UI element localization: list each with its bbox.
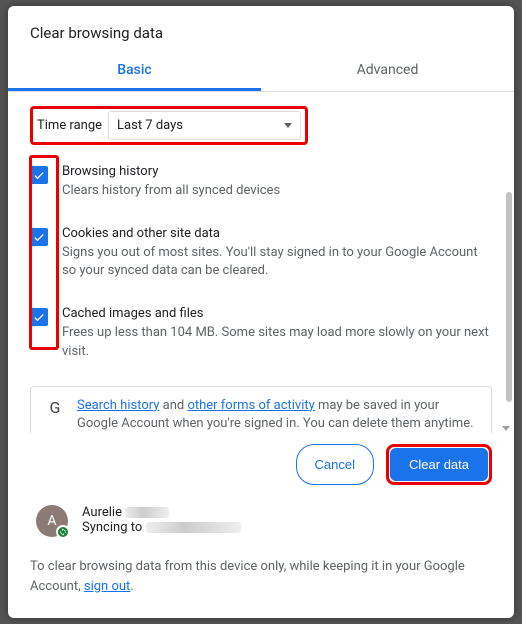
dialog-tabs: Basic Advanced [8,50,514,92]
info-text: Search history and other forms of activi… [77,397,477,433]
redacted-text [125,507,169,518]
google-info-box: G Search history and other forms of acti… [30,386,492,433]
chevron-down-icon [284,123,292,128]
clear-data-button[interactable]: Clear data [390,448,488,481]
option-cache: Cached images and files Frees up less th… [30,305,492,362]
account-sync-line: Syncing to [82,520,241,535]
footer-text-after: . [130,579,133,594]
option-title: Cookies and other site data [62,225,492,244]
dialog-body: Time range Last 7 days Browsing history … [8,92,514,433]
option-title: Browsing history [62,163,280,182]
option-browsing-history: Browsing history Clears history from all… [30,163,492,201]
tab-basic[interactable]: Basic [8,50,261,91]
dialog-buttons: Cancel Clear data [8,433,514,497]
sign-out-link[interactable]: sign out [84,579,130,594]
account-row: A Aurelie Syncing to [8,497,514,545]
option-labels: Cached images and files Frees up less th… [62,305,492,362]
sync-prefix: Syncing to [82,520,142,535]
sync-badge-icon [56,525,70,539]
clear-browsing-data-dialog: Clear browsing data Basic Advanced Time … [8,6,514,618]
option-labels: Cookies and other site data Signs you ou… [62,225,492,282]
scrollbar-thumb[interactable] [506,192,512,402]
footer-note: To clear browsing data from this device … [8,545,514,618]
check-icon [33,311,45,323]
checkbox-browsing-history[interactable] [30,166,48,184]
checkbox-cache[interactable] [30,308,48,326]
redacted-text [146,522,241,533]
avatar: A [36,505,68,537]
time-range-select[interactable]: Last 7 days [108,111,301,140]
tab-advanced[interactable]: Advanced [261,50,514,91]
avatar-initial: A [47,513,56,529]
google-g-icon: G [45,397,65,433]
option-title: Cached images and files [62,305,492,324]
search-history-link[interactable]: Search history [77,398,159,413]
annotation-highlight-clear-data: Clear data [386,444,492,485]
time-range-label: Time range [35,118,108,133]
check-icon [33,231,45,243]
scrollbar-down-caret[interactable] [502,426,510,431]
option-desc: Frees up less than 104 MB. Some sites ma… [62,324,492,362]
check-icon [33,169,45,181]
dialog-title: Clear browsing data [8,6,514,50]
time-range-row: Time range Last 7 days [30,106,308,145]
account-text: Aurelie Syncing to [82,505,241,535]
time-range-value: Last 7 days [117,118,183,133]
checkbox-cookies[interactable] [30,228,48,246]
other-activity-link[interactable]: other forms of activity [187,398,314,413]
info-mid: and [159,398,187,413]
option-labels: Browsing history Clears history from all… [62,163,280,201]
cancel-button[interactable]: Cancel [296,444,374,485]
option-desc: Clears history from all synced devices [62,182,280,201]
account-name: Aurelie [82,505,122,520]
option-cookies: Cookies and other site data Signs you ou… [30,225,492,282]
account-name-line: Aurelie [82,505,241,520]
option-desc: Signs you out of most sites. You'll stay… [62,244,492,282]
